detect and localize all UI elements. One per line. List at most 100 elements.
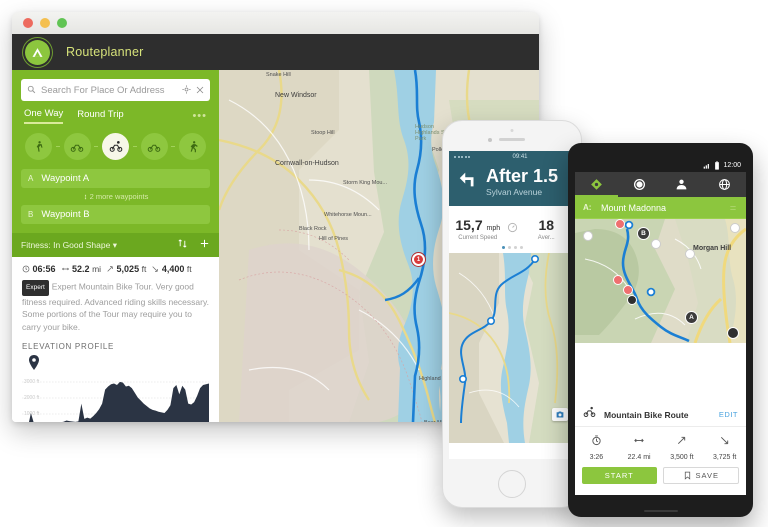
poi-marker[interactable]: [685, 249, 695, 259]
mountain-logo-icon[interactable]: [25, 39, 50, 65]
camera-icon[interactable]: [552, 408, 568, 421]
tab-discover[interactable]: [703, 178, 746, 191]
poi-marker[interactable]: [613, 275, 623, 285]
waypoint-letter: A:: [583, 203, 592, 212]
card-stat-descent: 3,725 ft: [703, 433, 746, 461]
front-camera-icon: [510, 129, 514, 132]
sidebar: Search For Place Or Address One Way Roun…: [12, 70, 219, 422]
more-waypoints-toggle[interactable]: 2 more waypoints: [21, 188, 210, 205]
map-marker-1[interactable]: 1: [412, 253, 425, 266]
reverse-route-icon[interactable]: [177, 236, 188, 254]
android-waypoint-a[interactable]: A: Mount Madonna: [575, 197, 746, 219]
drag-handle-icon[interactable]: [728, 199, 738, 217]
navigation-instruction: After 1.5: [486, 166, 559, 186]
average-speed-value: 18: [538, 217, 555, 233]
iphone-status-bar: 09:41: [449, 151, 575, 162]
elevation-area-plot: [22, 381, 209, 422]
stat-ascent: 5,025 ft: [106, 264, 146, 274]
map-label: Stoop Hill: [311, 130, 335, 136]
edit-button[interactable]: EDIT: [719, 410, 738, 419]
android-device: 12:00 A: Mount Madonna Morgan Hill B A M…: [568, 143, 753, 517]
android-marker-b[interactable]: B: [637, 227, 650, 240]
window-titlebar: [12, 12, 539, 34]
activity-separator: [132, 146, 137, 147]
activity-road-bike[interactable]: [140, 133, 168, 160]
iphone-top-bezel: [443, 121, 581, 151]
activity-hiking[interactable]: [25, 133, 52, 160]
activity-separator: [171, 146, 176, 147]
stat-duration: 06:56: [22, 264, 56, 274]
iphone-device: 09:41 After 1.5 Sylvan Avenue 15,7 mph C…: [442, 120, 582, 508]
save-label: SAVE: [695, 471, 719, 480]
activity-separator: [55, 146, 60, 147]
android-marker-a[interactable]: A: [685, 311, 698, 324]
distance-icon: [61, 267, 69, 271]
poi-marker[interactable]: [623, 285, 633, 295]
close-dot[interactable]: [23, 18, 33, 28]
bookmark-icon: [684, 471, 690, 480]
current-speed-value: 15,7: [455, 217, 483, 233]
route-summary-card: Mountain Bike Route EDIT 3:26 22.4 mi 3,…: [575, 403, 746, 495]
map-label: Whitehorse Moun...: [324, 212, 372, 218]
route-card-stats: 3:26 22.4 mi 3,500 ft 3,725 ft: [575, 427, 746, 467]
map-label: Black Rock: [299, 226, 327, 232]
elevation-chart: 3000 ft 2000 ft 1000 ft 0 6.21 mi 1: [22, 371, 209, 422]
tab-route[interactable]: [575, 178, 618, 191]
search-bar[interactable]: Search For Place Or Address: [21, 79, 210, 101]
activity-cycling[interactable]: [63, 133, 91, 160]
difficulty-badge: Expert: [22, 280, 49, 296]
stat-duration-value: 06:56: [32, 264, 56, 274]
globe-icon: [719, 179, 731, 190]
iphone-stats-row[interactable]: 15,7 mph Current Speed 18 Aver...: [449, 206, 575, 252]
marker-label: A: [689, 314, 694, 321]
poi-marker[interactable]: [583, 231, 593, 241]
save-button[interactable]: SAVE: [662, 467, 739, 484]
stat-distance: 52.2 mi: [61, 264, 101, 274]
poi-marker[interactable]: [627, 295, 637, 305]
tab-round-trip[interactable]: Round Trip: [77, 109, 123, 123]
stat-ascent-unit: ft: [141, 264, 147, 274]
search-input[interactable]: Search For Place Or Address: [41, 85, 177, 96]
tab-one-way[interactable]: One Way: [24, 108, 64, 124]
current-speed-label: Current Speed: [458, 235, 498, 241]
android-home-indicator[interactable]: [643, 510, 678, 512]
home-button[interactable]: [498, 470, 526, 498]
fitness-bar: Fitness: In Good Shape ▾: [12, 233, 219, 257]
iphone-screen: 09:41 After 1.5 Sylvan Avenue 15,7 mph C…: [449, 151, 575, 459]
card-ascent-value: 3,500 ft: [670, 454, 694, 461]
poi-marker[interactable]: [615, 219, 625, 229]
android-tab-bar: [575, 172, 746, 197]
map-pin-icon[interactable]: [28, 355, 40, 370]
tab-record[interactable]: [618, 178, 661, 191]
close-icon[interactable]: [196, 81, 204, 99]
map-label: Storm King Mou...: [343, 180, 388, 186]
waypoint-a[interactable]: A Waypoint A: [21, 169, 210, 188]
stat-distance-value: 52.2: [72, 264, 90, 274]
average-speed-label: Aver...: [537, 235, 555, 241]
iphone-map[interactable]: [449, 253, 575, 459]
stats-pager[interactable]: [449, 246, 575, 249]
navigation-street: Sylvan Avenue: [486, 187, 543, 197]
tab-profile[interactable]: [661, 178, 704, 191]
stat-average-speed: 18 Aver...: [518, 217, 576, 241]
plus-icon[interactable]: [199, 236, 210, 254]
route-card-actions: START SAVE: [575, 467, 746, 484]
clock-icon: [592, 435, 601, 446]
overflow-menu-icon[interactable]: •••: [192, 110, 207, 122]
locate-icon[interactable]: [182, 81, 191, 99]
poi-marker[interactable]: [651, 239, 661, 249]
map-label: Snake Hill: [266, 72, 291, 78]
map-layers-button[interactable]: [727, 327, 739, 339]
activity-running[interactable]: [179, 133, 206, 160]
activity-mountain-bike[interactable]: [102, 133, 129, 160]
route-stats: 06:56 52.2 mi 5,025 ft 4,400 ft: [22, 264, 209, 280]
poi-marker[interactable]: [730, 223, 740, 233]
fitness-selector[interactable]: Fitness: In Good Shape ▾: [21, 240, 117, 251]
minimize-dot[interactable]: [40, 18, 50, 28]
start-button[interactable]: START: [582, 467, 657, 484]
waypoint-b[interactable]: B Waypoint B: [21, 205, 210, 224]
card-stat-distance: 22.4 mi: [618, 433, 661, 461]
android-map-label: Morgan Hill: [693, 245, 732, 252]
maximize-dot[interactable]: [57, 18, 67, 28]
android-map[interactable]: Morgan Hill B A: [575, 219, 746, 403]
